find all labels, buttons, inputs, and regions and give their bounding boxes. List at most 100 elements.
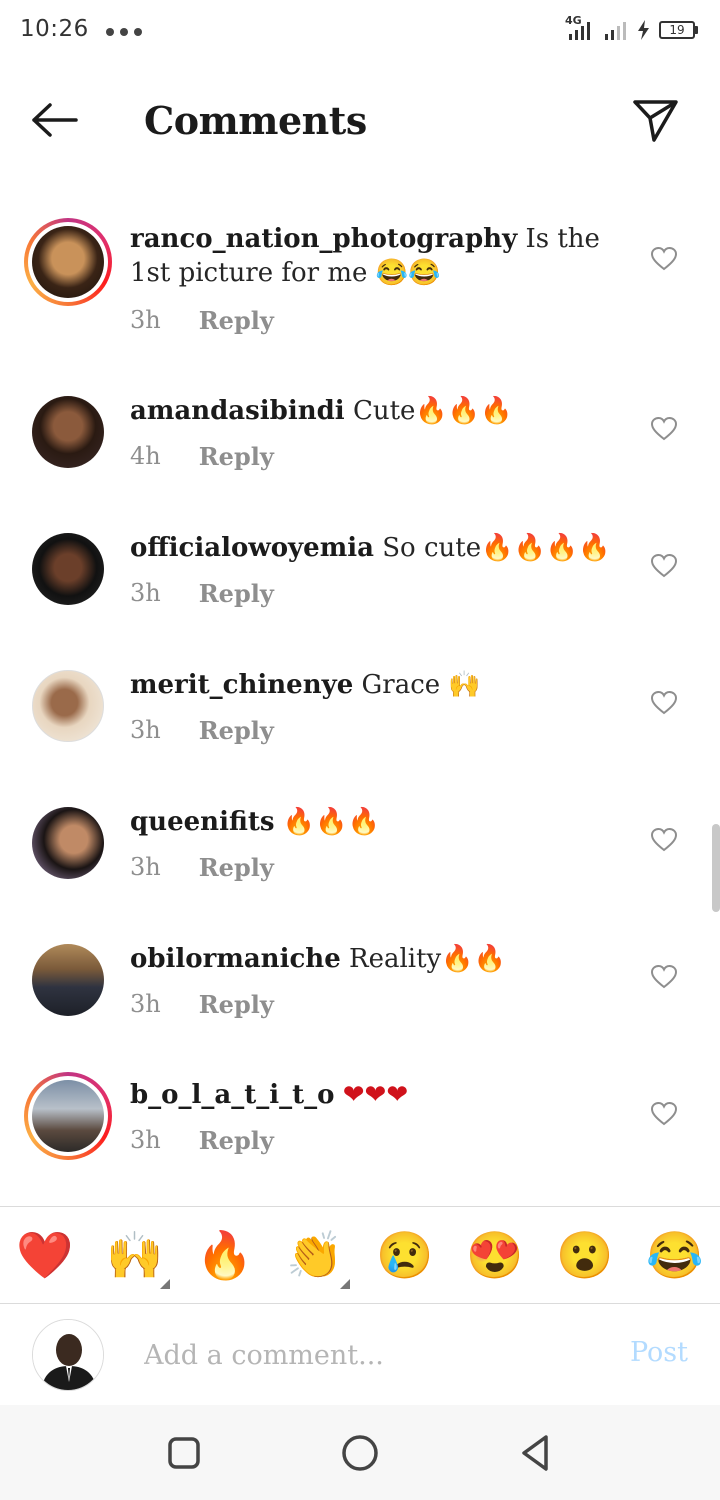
- system-navigation-bar: [0, 1405, 720, 1500]
- page-title: Comments: [144, 98, 367, 143]
- current-user-avatar: [32, 1319, 104, 1391]
- comment-time: 3h: [130, 853, 161, 881]
- comment-username[interactable]: merit_chinenye: [130, 670, 353, 700]
- paper-plane-icon: [633, 100, 678, 142]
- comment-composer: Post: [0, 1305, 720, 1405]
- like-button[interactable]: [650, 690, 678, 716]
- comment-username[interactable]: obilormaniche: [130, 944, 341, 974]
- comment-meta: 3h Reply: [130, 579, 274, 608]
- heart-icon: [650, 1101, 678, 1126]
- avatar[interactable]: [32, 670, 104, 742]
- signal-2-icon: [605, 22, 626, 40]
- avatar[interactable]: [24, 218, 112, 306]
- battery-level: 19: [659, 21, 695, 39]
- emoji-tears-of-joy[interactable]: 😂: [645, 1225, 705, 1285]
- comment-username[interactable]: amandasibindi: [130, 396, 345, 426]
- charging-icon: [638, 20, 649, 40]
- reply-button[interactable]: Reply: [199, 306, 274, 335]
- comment-meta: 3h Reply: [130, 990, 274, 1019]
- reply-button[interactable]: Reply: [199, 579, 274, 608]
- comment-input[interactable]: [144, 1333, 584, 1377]
- recent-apps-button[interactable]: [164, 1433, 204, 1473]
- share-button[interactable]: [632, 98, 680, 144]
- status-bar: 10:26 4G 19: [0, 0, 720, 64]
- scrollbar-thumb[interactable]: [712, 824, 720, 912]
- battery-icon: 19: [659, 21, 698, 39]
- arrow-left-icon: [32, 103, 78, 137]
- emoji-fire[interactable]: 🔥: [195, 1225, 255, 1285]
- comment-username[interactable]: queenifits: [130, 807, 275, 837]
- emoji-bar: ❤️ 🙌 🔥 👏 😢 😍 😮 😂: [0, 1206, 720, 1304]
- comment-text: amandasibindi Cute🔥🔥🔥: [130, 394, 620, 428]
- comment-username[interactable]: ranco_nation_photography: [130, 224, 517, 254]
- heart-icon: [650, 246, 678, 271]
- avatar[interactable]: [32, 944, 104, 1016]
- emoji-surprised-face[interactable]: 😮: [555, 1225, 615, 1285]
- circle-icon: [342, 1435, 378, 1471]
- like-button[interactable]: [650, 416, 678, 442]
- triangle-back-icon: [522, 1435, 548, 1471]
- square-icon: [168, 1437, 200, 1469]
- comment-text: merit_chinenye Grace 🙌: [130, 668, 620, 702]
- reply-button[interactable]: Reply: [199, 716, 274, 745]
- comment-text: officialowoyemia So cute🔥🔥🔥🔥: [130, 531, 620, 565]
- emoji-heart[interactable]: ❤️: [15, 1225, 75, 1285]
- emoji-raising-hands[interactable]: 🙌: [105, 1225, 165, 1285]
- like-button[interactable]: [650, 553, 678, 579]
- variant-indicator-icon: [340, 1279, 350, 1289]
- comment-meta: 3h Reply: [130, 1126, 274, 1155]
- avatar[interactable]: [32, 396, 104, 468]
- emoji-crying-face[interactable]: 😢: [375, 1225, 435, 1285]
- like-button[interactable]: [650, 1101, 678, 1127]
- avatar[interactable]: [32, 533, 104, 605]
- emoji-heart-eyes[interactable]: 😍: [465, 1225, 525, 1285]
- like-button[interactable]: [650, 964, 678, 990]
- comment-username[interactable]: officialowoyemia: [130, 533, 374, 563]
- status-time: 10:26: [20, 16, 89, 42]
- comment-body: Reality🔥🔥: [349, 944, 506, 974]
- comment-text: ranco_nation_photography Is the 1st pict…: [130, 222, 620, 290]
- comment-time: 3h: [130, 990, 161, 1018]
- home-button[interactable]: [340, 1433, 380, 1473]
- comment-body: So cute🔥🔥🔥🔥: [382, 533, 611, 563]
- status-indicators: 4G 19: [565, 14, 698, 42]
- heart-icon: [650, 964, 678, 989]
- comment-text: obilormaniche Reality🔥🔥: [130, 942, 620, 976]
- comment-meta: 3h Reply: [130, 716, 274, 745]
- back-button[interactable]: [30, 100, 82, 140]
- reply-button[interactable]: Reply: [199, 853, 274, 882]
- variant-indicator-icon: [160, 1279, 170, 1289]
- comment-body: Grace 🙌: [361, 670, 481, 700]
- emoji-clapping-hands[interactable]: 👏: [285, 1225, 345, 1285]
- comment-body: ❤❤❤: [342, 1080, 409, 1110]
- like-button[interactable]: [650, 827, 678, 853]
- comment-time: 3h: [130, 306, 161, 334]
- notification-dots-icon: [106, 28, 142, 36]
- network-type: 4G: [565, 14, 582, 27]
- comment-time: 3h: [130, 1126, 161, 1154]
- heart-icon: [650, 827, 678, 852]
- heart-icon: [650, 416, 678, 441]
- comment-meta: 4h Reply: [130, 442, 274, 471]
- comment-time: 3h: [130, 579, 161, 607]
- reply-button[interactable]: Reply: [199, 1126, 274, 1155]
- comment-text: queenifits 🔥🔥🔥: [130, 805, 620, 839]
- post-button[interactable]: Post: [630, 1337, 688, 1368]
- reply-button[interactable]: Reply: [199, 990, 274, 1019]
- heart-icon: [650, 690, 678, 715]
- back-nav-button[interactable]: [516, 1433, 556, 1473]
- comment-text: b_o_l_a_t_i_t_o ❤❤❤: [130, 1078, 620, 1112]
- header: Comments: [0, 64, 720, 180]
- avatar[interactable]: [24, 1072, 112, 1160]
- signal-icon: 4G: [565, 14, 597, 42]
- comment-time: 3h: [130, 716, 161, 744]
- comment-body: Cute🔥🔥🔥: [352, 396, 513, 426]
- comment-meta: 3h Reply: [130, 853, 274, 882]
- comment-username[interactable]: b_o_l_a_t_i_t_o: [130, 1080, 334, 1110]
- like-button[interactable]: [650, 246, 678, 272]
- heart-icon: [650, 553, 678, 578]
- reply-button[interactable]: Reply: [199, 442, 274, 471]
- comment-time: 4h: [130, 442, 161, 470]
- comment-meta: 3h Reply: [130, 306, 274, 335]
- avatar[interactable]: [32, 807, 104, 879]
